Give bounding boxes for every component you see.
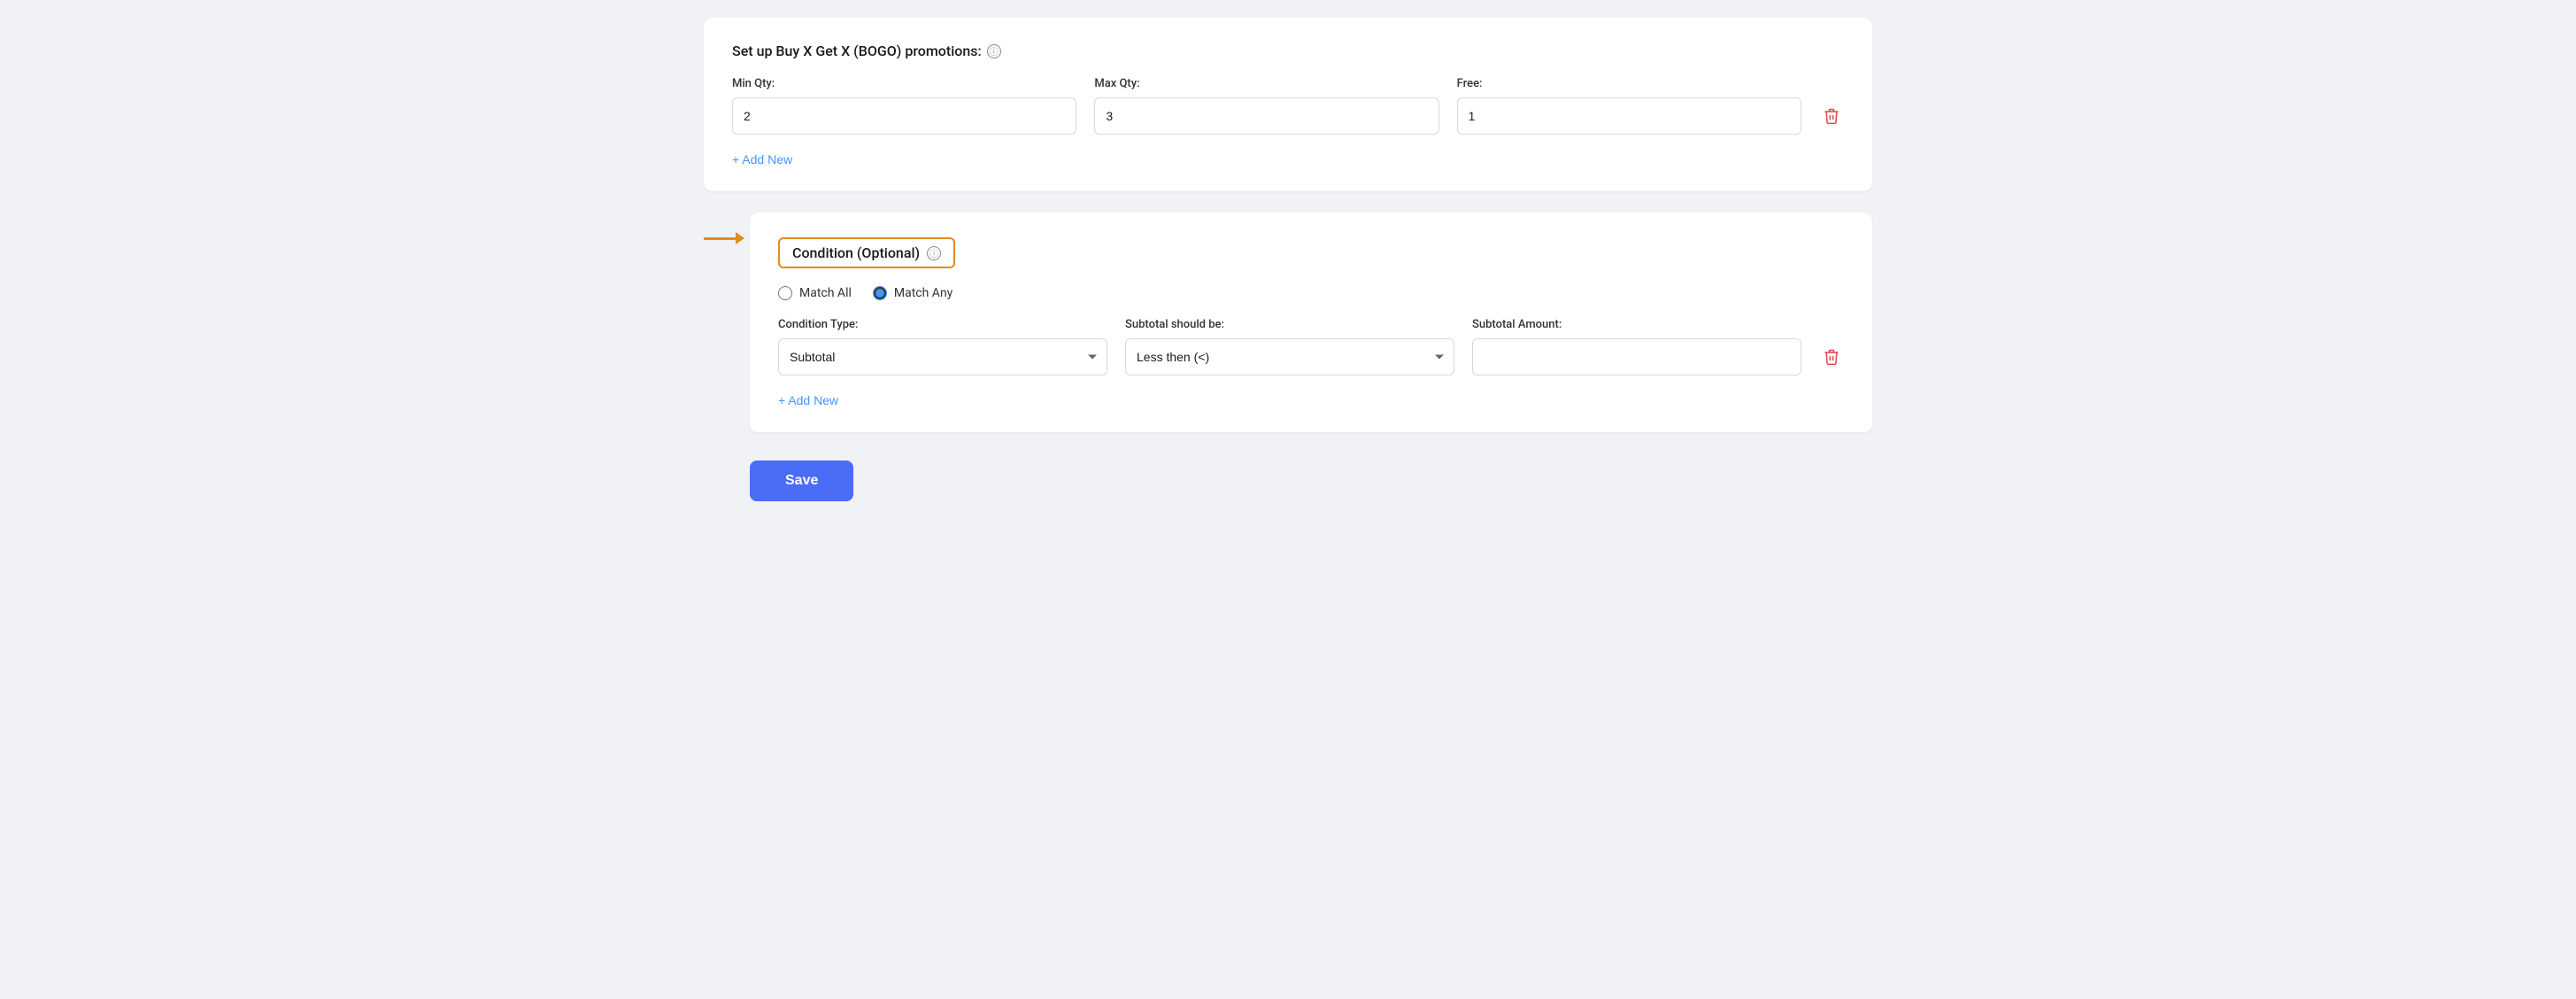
condition-title-box: Condition (Optional) ⓘ (778, 237, 955, 268)
max-qty-input[interactable] (1094, 97, 1438, 135)
arrow-head (736, 232, 744, 244)
match-any-text: Match Any (894, 286, 953, 300)
subtotal-amount-input[interactable] (1472, 338, 1801, 376)
free-label: Free: (1457, 77, 1801, 90)
bogo-delete-button[interactable] (1819, 97, 1844, 135)
bogo-section-title: Set up Buy X Get X (BOGO) promotions: ⓘ (732, 43, 1844, 59)
subtotal-should-be-select[interactable]: Less then (<) Greater then (>) Equal to … (1125, 338, 1454, 376)
bogo-info-icon: ⓘ (987, 44, 1001, 58)
condition-type-group: Condition Type: Subtotal Quantity Weight (778, 318, 1107, 376)
condition-type-select[interactable]: Subtotal Quantity Weight (778, 338, 1107, 376)
footer-section: Save (750, 453, 1872, 501)
condition-type-label: Condition Type: (778, 318, 1107, 331)
min-qty-input[interactable] (732, 97, 1076, 135)
trash-icon (1823, 107, 1840, 125)
save-button-label: Save (785, 473, 818, 488)
subtotal-should-be-group: Subtotal should be: Less then (<) Greate… (1125, 318, 1454, 376)
subtotal-should-be-select-wrapper: Less then (<) Greater then (>) Equal to … (1125, 338, 1454, 376)
bogo-title-text: Set up Buy X Get X (BOGO) promotions: (732, 43, 982, 59)
match-all-text: Match All (799, 286, 852, 300)
condition-trash-icon (1823, 348, 1840, 366)
min-qty-group: Min Qty: (732, 77, 1076, 135)
match-radio-group: Match All Match Any (778, 286, 1844, 300)
condition-arrow (704, 232, 744, 244)
bogo-fields-row: Min Qty: Max Qty: Free: (732, 77, 1844, 135)
max-qty-label: Max Qty: (1094, 77, 1438, 90)
arrow-line (704, 237, 736, 240)
free-group: Free: (1457, 77, 1801, 135)
match-all-label[interactable]: Match All (778, 286, 852, 300)
condition-title-text: Condition (Optional) (792, 244, 920, 261)
max-qty-group: Max Qty: (1094, 77, 1438, 135)
bogo-card: Set up Buy X Get X (BOGO) promotions: ⓘ … (704, 18, 1872, 191)
save-button[interactable]: Save (750, 461, 853, 501)
match-any-radio[interactable] (873, 286, 887, 300)
match-all-radio[interactable] (778, 286, 792, 300)
subtotal-should-be-label: Subtotal should be: (1125, 318, 1454, 331)
min-qty-label: Min Qty: (732, 77, 1076, 90)
condition-delete-button[interactable] (1819, 338, 1844, 376)
condition-fields-row: Condition Type: Subtotal Quantity Weight… (778, 318, 1844, 376)
subtotal-amount-group: Subtotal Amount: (1472, 318, 1801, 376)
free-input[interactable] (1457, 97, 1801, 135)
condition-wrapper: Condition (Optional) ⓘ Match All Match A… (750, 213, 1872, 432)
subtotal-amount-label: Subtotal Amount: (1472, 318, 1801, 331)
page-container: Set up Buy X Get X (BOGO) promotions: ⓘ … (704, 18, 1872, 501)
bogo-add-new-button[interactable]: + Add New (732, 152, 792, 166)
condition-type-select-wrapper: Subtotal Quantity Weight (778, 338, 1107, 376)
condition-card: Condition (Optional) ⓘ Match All Match A… (750, 213, 1872, 432)
condition-add-new-button[interactable]: + Add New (778, 393, 838, 407)
condition-add-new-label: + Add New (778, 393, 838, 407)
match-any-label[interactable]: Match Any (873, 286, 953, 300)
condition-info-icon: ⓘ (927, 246, 941, 260)
bogo-add-new-label: + Add New (732, 152, 792, 166)
